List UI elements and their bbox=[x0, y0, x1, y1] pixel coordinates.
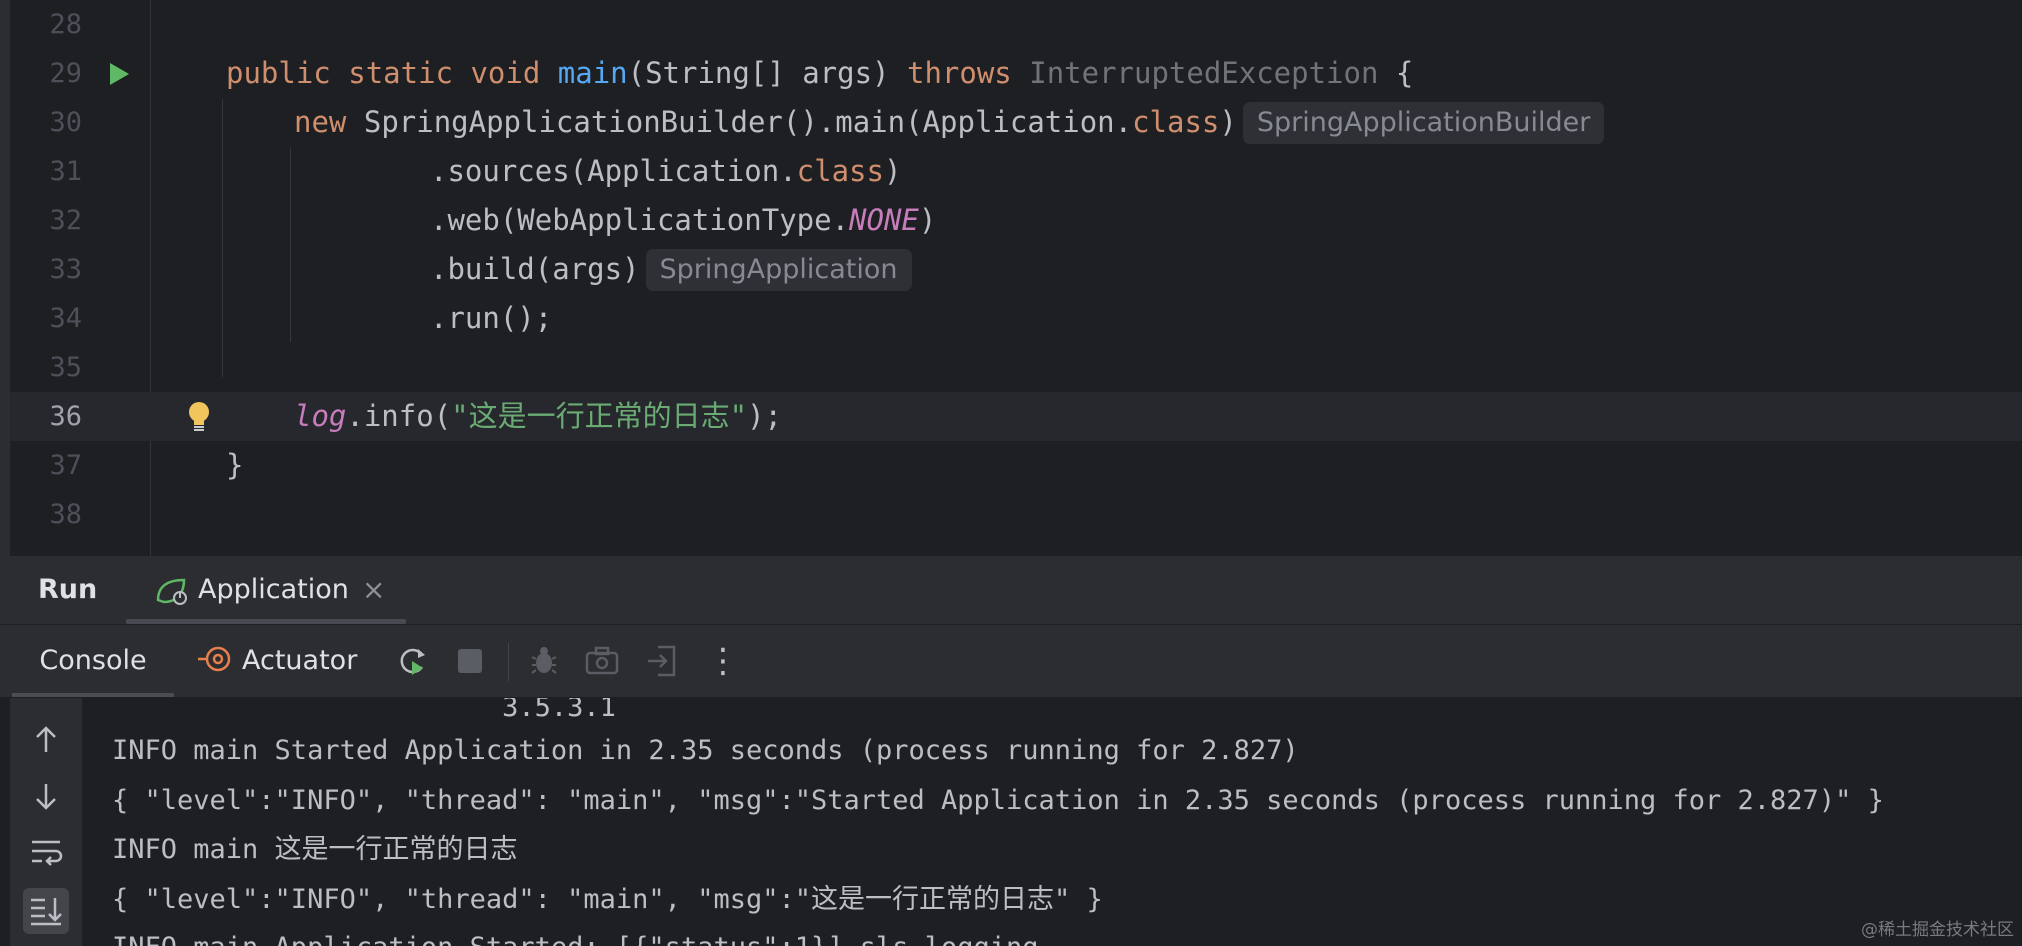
close-paren: ); bbox=[747, 399, 782, 433]
line-number: 30 bbox=[49, 107, 82, 138]
type-inlay-hint: SpringApplication bbox=[645, 249, 912, 291]
code-line-35[interactable]: 35 bbox=[10, 343, 2022, 392]
line-number: 32 bbox=[49, 205, 82, 236]
line-number: 37 bbox=[49, 450, 82, 481]
close-paren: ) bbox=[883, 154, 902, 188]
tab-actuator[interactable]: Actuator bbox=[198, 625, 357, 697]
type-inlay-hint: SpringApplicationBuilder bbox=[1242, 102, 1605, 144]
line-number: 33 bbox=[49, 254, 82, 285]
run-header: Run Application × bbox=[0, 556, 2022, 624]
code-line-37[interactable]: 37 } bbox=[10, 441, 2022, 490]
console-line: INFO main Started Application in 2.35 se… bbox=[112, 735, 1299, 766]
rerun-icon[interactable] bbox=[394, 643, 430, 679]
editor-left-strip bbox=[0, 0, 10, 556]
run-icon[interactable] bbox=[110, 63, 129, 85]
code-line-33[interactable]: 33 .build(args) SpringApplication bbox=[10, 245, 2022, 294]
line-number: 31 bbox=[49, 156, 82, 187]
close-paren: ) bbox=[918, 203, 937, 237]
code-text: .build(args) SpringApplication bbox=[430, 245, 912, 294]
log-field: log bbox=[294, 399, 347, 433]
keyword-static: static bbox=[348, 56, 453, 90]
scroll-down-icon[interactable] bbox=[28, 778, 64, 814]
code-line-28[interactable]: 28 bbox=[10, 0, 2022, 49]
code-line-29[interactable]: 29 public static void main(String[] args… bbox=[10, 49, 2022, 98]
line-number: 38 bbox=[49, 499, 82, 530]
builder-call: SpringApplicationBuilder().main(Applicat… bbox=[363, 105, 1133, 139]
line-number: 34 bbox=[49, 303, 82, 334]
console-line: INFO main 这是一行正常的日志 bbox=[112, 834, 518, 865]
console-line: { "level":"INFO", "thread": "main", "msg… bbox=[112, 785, 1884, 816]
close-icon[interactable]: × bbox=[362, 556, 385, 624]
toolbar-divider bbox=[508, 643, 509, 681]
code-line-32[interactable]: 32 .web(WebApplicationType.NONE) bbox=[10, 196, 2022, 245]
method-params: (String[] args) bbox=[627, 56, 890, 90]
line-number: 28 bbox=[49, 9, 82, 40]
code-text: new SpringApplicationBuilder().main(Appl… bbox=[294, 98, 1605, 147]
code-text: log.info("这是一行正常的日志"); bbox=[294, 392, 782, 441]
console-line: INFO main Application Started: [{"status… bbox=[112, 928, 1039, 946]
web-call: .web(WebApplicationType. bbox=[430, 203, 850, 237]
sources-call: .sources(Application. bbox=[430, 154, 797, 188]
actuator-icon bbox=[198, 646, 231, 672]
keyword-throws: throws bbox=[907, 56, 1012, 90]
build-call: .build(args) bbox=[430, 252, 640, 286]
code-line-34[interactable]: 34 .run(); bbox=[10, 294, 2022, 343]
keyword-class: class bbox=[796, 154, 884, 188]
console-output[interactable]: 3.5.3.1 INFO main Started Application in… bbox=[0, 698, 2022, 946]
line-number: 35 bbox=[49, 352, 82, 383]
stop-icon[interactable] bbox=[452, 643, 488, 679]
enum-constant: NONE bbox=[849, 203, 919, 237]
code-text: .web(WebApplicationType.NONE) bbox=[430, 196, 936, 245]
keyword-new: new bbox=[294, 105, 347, 139]
tab-application[interactable]: Application × bbox=[126, 556, 406, 624]
console-side-toolbar bbox=[10, 698, 82, 946]
more-icon[interactable]: ⋮ bbox=[706, 625, 740, 697]
spring-boot-icon bbox=[156, 578, 187, 605]
run-tool-window: Run Application × Console Actuator ⋮ 3.5… bbox=[0, 556, 2022, 946]
code-text: .sources(Application.class) bbox=[430, 147, 901, 196]
tab-label: Application bbox=[198, 574, 349, 605]
code-line-36-current[interactable]: 36 log.info("这是一行正常的日志"); bbox=[10, 392, 2022, 441]
keyword-void: void bbox=[470, 56, 541, 90]
code-line-31[interactable]: 31 .sources(Application.class) bbox=[10, 147, 2022, 196]
run-toolbar: Console Actuator ⋮ bbox=[0, 625, 2022, 697]
close-paren: ) bbox=[1219, 105, 1237, 139]
export-icon[interactable] bbox=[644, 643, 680, 679]
code-text: .run(); bbox=[430, 301, 553, 335]
watermark: @稀土掘金技术社区 bbox=[1861, 920, 2014, 940]
debug-icon[interactable] bbox=[526, 643, 562, 679]
line-number: 29 bbox=[49, 58, 82, 89]
info-call: .info( bbox=[346, 399, 452, 433]
code-text: public static void main(String[] args) t… bbox=[226, 49, 1413, 98]
keyword-public: public bbox=[226, 56, 331, 90]
scroll-up-icon[interactable] bbox=[28, 722, 64, 758]
scroll-to-end-icon[interactable] bbox=[23, 888, 69, 934]
soft-wrap-icon[interactable] bbox=[28, 834, 64, 870]
open-brace: { bbox=[1395, 56, 1414, 90]
console-line: 3.5.3.1 bbox=[112, 698, 616, 723]
lightbulb-icon[interactable] bbox=[186, 400, 212, 434]
exception-type: InterruptedException bbox=[1029, 56, 1379, 90]
run-title[interactable]: Run bbox=[38, 556, 97, 624]
tab-console-label: Console bbox=[39, 645, 147, 676]
console-line: { "level":"INFO", "thread": "main", "msg… bbox=[112, 884, 1103, 915]
tab-actuator-label: Actuator bbox=[242, 645, 358, 676]
code-line-30[interactable]: 30 new SpringApplicationBuilder().main(A… bbox=[10, 98, 2022, 147]
line-number: 36 bbox=[49, 401, 82, 432]
code-editor[interactable]: 28 29 public static void main(String[] a… bbox=[0, 0, 2022, 556]
screenshot-icon[interactable] bbox=[584, 643, 620, 679]
tab-console[interactable]: Console bbox=[12, 625, 174, 697]
close-brace: } bbox=[226, 448, 244, 482]
keyword-class: class bbox=[1132, 105, 1220, 139]
code-line-38[interactable]: 38 bbox=[10, 490, 2022, 539]
method-name: main bbox=[557, 56, 628, 90]
string-literal: "这是一行正常的日志" bbox=[451, 399, 748, 433]
